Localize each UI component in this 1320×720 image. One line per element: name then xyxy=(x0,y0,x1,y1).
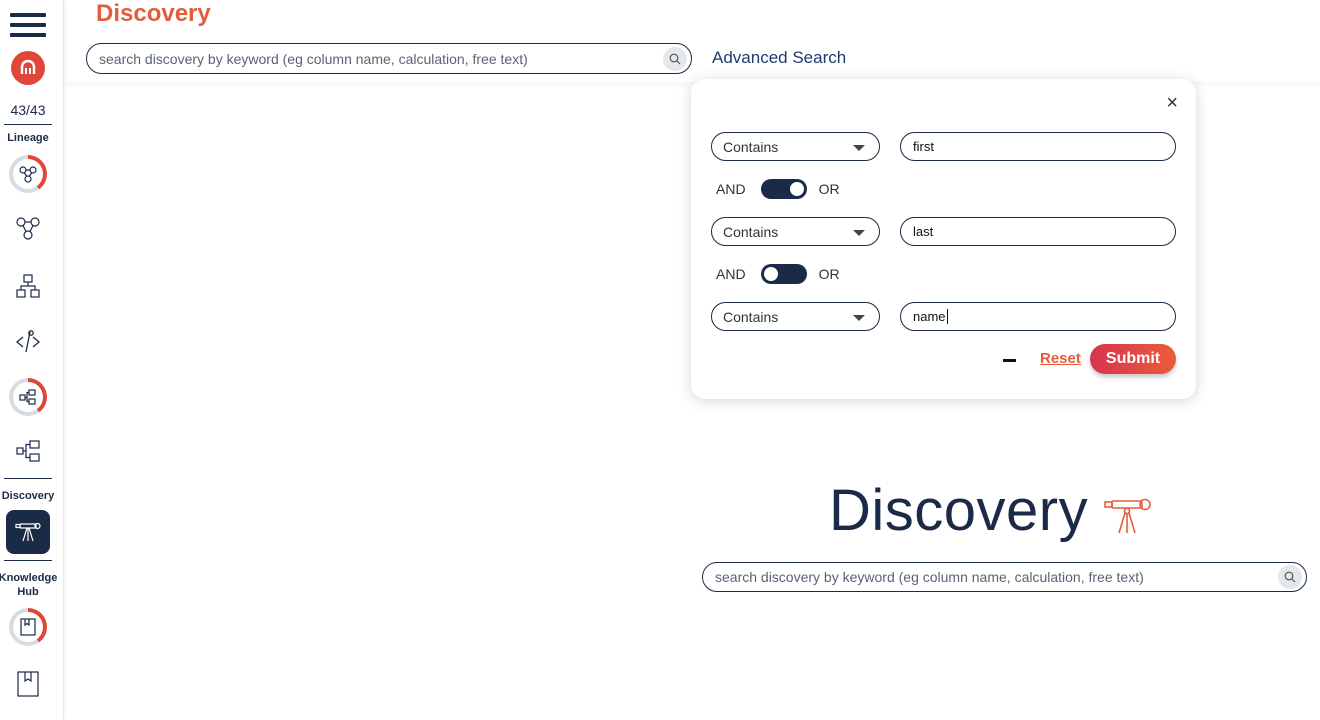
and-or-toggle-1[interactable] xyxy=(760,179,807,199)
chevron-down-icon xyxy=(853,315,865,321)
condition-value-input-2[interactable]: last xyxy=(900,217,1176,246)
sidebar-heading-discovery: Discovery xyxy=(1,490,55,502)
condition-value-input-1[interactable]: first xyxy=(900,132,1176,161)
header-search-button[interactable] xyxy=(663,47,687,71)
submit-button[interactable]: Submit xyxy=(1090,344,1176,374)
hero-title: Discovery xyxy=(829,477,1089,543)
hamburger-menu-button[interactable] xyxy=(0,12,56,38)
advanced-search-panel: × Contains first AND OR Contains last AN… xyxy=(691,79,1196,399)
sidebar-divider xyxy=(4,560,52,561)
brand-logo[interactable] xyxy=(0,50,56,86)
condition-value-input-3[interactable]: name xyxy=(900,302,1176,331)
header-search-placeholder: search discovery by keyword (eg column n… xyxy=(99,50,528,67)
sidebar-item-network[interactable] xyxy=(0,212,56,244)
search-icon xyxy=(1284,571,1296,583)
sidebar-item-flow-overview[interactable] xyxy=(0,377,56,417)
sidebar-item-flow[interactable] xyxy=(0,435,56,467)
header-search-input[interactable]: search discovery by keyword (eg column n… xyxy=(86,43,692,74)
condition-value-text: first xyxy=(913,139,934,154)
remove-condition-button[interactable] xyxy=(1003,359,1016,362)
lineage-ring-icon xyxy=(9,155,47,193)
or-label: OR xyxy=(818,266,840,282)
sidebar-heading-lineage: Lineage xyxy=(7,132,49,144)
condition-operator-select-3[interactable]: Contains xyxy=(711,302,880,331)
text-cursor xyxy=(946,309,948,324)
main-search-input[interactable]: search discovery by keyword (eg column n… xyxy=(702,562,1307,592)
and-label: AND xyxy=(716,266,746,282)
book-icon xyxy=(17,671,39,697)
telescope-icon xyxy=(1104,498,1151,534)
chevron-down-icon xyxy=(853,230,865,236)
main-search-button[interactable] xyxy=(1278,565,1302,589)
sidebar-item-code[interactable] xyxy=(0,325,56,357)
sidebar-divider xyxy=(4,478,52,479)
advanced-search-link[interactable]: Advanced Search xyxy=(712,48,846,68)
or-label: OR xyxy=(818,181,840,197)
condition-value-text: name xyxy=(913,309,946,324)
page-title: Discovery xyxy=(96,0,211,27)
close-icon[interactable]: × xyxy=(1166,93,1178,113)
hamburger-menu-icon xyxy=(10,13,46,37)
hero: Discovery xyxy=(829,475,1156,545)
and-label: AND xyxy=(716,181,746,197)
toggle-knob xyxy=(789,182,804,196)
reset-button[interactable]: Reset xyxy=(1040,350,1081,367)
condition-operator-select-2[interactable]: Contains xyxy=(711,217,880,246)
toggle-knob xyxy=(763,267,778,281)
chevron-down-icon xyxy=(853,145,865,151)
code-icon xyxy=(15,330,41,353)
book-ring-icon xyxy=(9,608,47,646)
condition-operator-select-1[interactable]: Contains xyxy=(711,132,880,161)
hierarchy-icon xyxy=(16,274,40,298)
and-or-toggle-2[interactable] xyxy=(760,264,807,284)
sidebar-item-lineage-overview[interactable] xyxy=(0,154,56,194)
sidebar-divider xyxy=(4,124,52,125)
sidebar-item-knowledge-overview[interactable] xyxy=(0,607,56,647)
sidebar-item-discovery[interactable] xyxy=(0,509,56,555)
network-icon xyxy=(16,217,40,240)
search-icon xyxy=(669,53,681,65)
condition-value-text: last xyxy=(913,224,934,239)
result-count: 43/43 xyxy=(10,102,46,118)
sidebar-item-knowledge[interactable] xyxy=(0,668,56,700)
sidebar-item-hierarchy[interactable] xyxy=(0,270,56,302)
logic-toggle-row-1: AND OR xyxy=(716,178,840,200)
logic-toggle-row-2: AND OR xyxy=(716,263,840,285)
flow-ring-icon xyxy=(9,378,47,416)
condition-operator-value: Contains xyxy=(723,223,779,240)
telescope-icon xyxy=(15,522,41,542)
sidebar-heading-knowledge-hub: Knowledge Hub xyxy=(0,572,58,598)
condition-operator-value: Contains xyxy=(723,138,779,155)
sidebar: 43/43 Lineage Discovery Knowledge Hub xyxy=(0,0,64,720)
brand-logo-icon xyxy=(11,51,45,85)
main-search-placeholder: search discovery by keyword (eg column n… xyxy=(715,569,1144,585)
flow-icon xyxy=(16,440,40,462)
condition-operator-value: Contains xyxy=(723,308,779,325)
